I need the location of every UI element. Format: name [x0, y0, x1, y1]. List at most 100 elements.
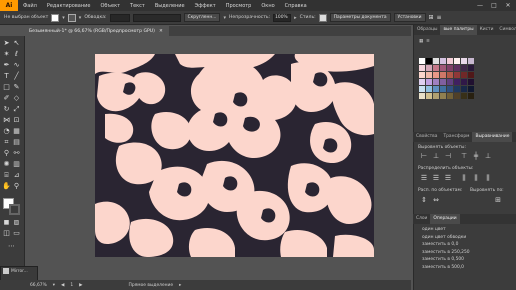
selection-tool-icon[interactable]: ➤ [2, 39, 11, 48]
tab-swatch-library[interactable]: вые палитры [440, 25, 477, 35]
menu-help[interactable]: Справка [280, 3, 312, 9]
tab-layers[interactable]: Слои [413, 214, 430, 224]
swatch-cell[interactable] [461, 72, 467, 78]
swatch-cell[interactable] [461, 79, 467, 85]
swatch-cell[interactable] [440, 58, 446, 64]
color-mode-icon[interactable]: ■ [2, 218, 11, 227]
document-tab[interactable]: Безымянный-1* @ 66,67% (RGB/Предпросмотр… [26, 26, 169, 36]
swatch-cell[interactable] [433, 86, 439, 92]
align-right-icon[interactable]: ⊣ [444, 152, 452, 160]
line-tool-icon[interactable]: ╱ [12, 72, 21, 81]
align-left-icon[interactable]: ⊢ [420, 152, 428, 160]
swatch-cell[interactable] [419, 72, 425, 78]
swatch-cell[interactable] [426, 65, 432, 71]
document-setup-button[interactable]: Параметры документа [329, 13, 391, 22]
spacing-vertical-icon[interactable]: ⇕ [420, 196, 428, 204]
menu-select[interactable]: Выделение [150, 3, 190, 9]
direct-selection-tool-icon[interactable]: ↖ [12, 39, 21, 48]
action-item[interactable]: заместить в 0,0 [416, 241, 514, 249]
opacity-field[interactable]: 100% [273, 13, 292, 22]
swatch-cell[interactable] [426, 58, 432, 64]
swatch-cell[interactable] [461, 58, 467, 64]
align-top-icon[interactable]: ⊤ [460, 152, 468, 160]
gradient-mode-icon[interactable]: ▨ [12, 218, 21, 227]
zoom-level[interactable]: 66,67% [30, 283, 47, 288]
stroke-dropdown-icon[interactable]: ▾ [79, 15, 82, 21]
hand-tool-icon[interactable]: ✋ [2, 182, 11, 191]
distribute-hcenter-icon[interactable]: ⫼ [472, 174, 480, 182]
action-item[interactable]: заместить в 250,250 [416, 249, 514, 257]
spacing-horizontal-icon[interactable]: ⇔ [432, 196, 440, 204]
menu-view[interactable]: Просмотр [221, 3, 257, 9]
paintbrush-tool-icon[interactable]: ✎ [12, 83, 21, 92]
eraser-tool-icon[interactable]: ◇ [12, 94, 21, 103]
swatch-cell[interactable] [440, 79, 446, 85]
curvature-tool-icon[interactable]: ∿ [12, 61, 21, 70]
swatch-cell[interactable] [468, 79, 474, 85]
scale-tool-icon[interactable]: ⤢ [12, 105, 21, 114]
close-icon[interactable]: ✕ [504, 2, 512, 9]
swatch-cell[interactable] [433, 93, 439, 99]
menu-type[interactable]: Текст [125, 3, 150, 9]
swatch-cell[interactable] [440, 86, 446, 92]
drawing-mode-icon[interactable]: ◫ [2, 229, 11, 238]
swatch-cell[interactable] [426, 72, 432, 78]
slice-tool-icon[interactable]: ⊿ [12, 171, 21, 180]
distribute-left-icon[interactable]: ⫼ [460, 174, 468, 182]
status-arrow-icon[interactable]: ▸ [179, 283, 181, 288]
tab-swatches[interactable]: Образцы [414, 25, 440, 35]
swatch-cell[interactable] [419, 58, 425, 64]
shaper-tool-icon[interactable]: ✐ [2, 94, 11, 103]
free-transform-tool-icon[interactable]: ⊡ [12, 116, 21, 125]
swatch-cell[interactable] [454, 86, 460, 92]
lasso-tool-icon[interactable]: ℓ [12, 50, 21, 59]
gradient-tool-icon[interactable]: ▤ [12, 138, 21, 147]
swatch-cell[interactable] [440, 93, 446, 99]
tab-brushes[interactable]: Кисти [477, 25, 497, 35]
swatch-cell[interactable] [447, 58, 453, 64]
swatch-cell[interactable] [454, 79, 460, 85]
symbol-sprayer-tool-icon[interactable]: ✺ [2, 160, 11, 169]
swatch-cell[interactable] [454, 65, 460, 71]
opacity-dropdown-icon[interactable]: ▸ [294, 15, 297, 21]
tab-symbols[interactable]: Символы [496, 25, 516, 35]
swatch-cell[interactable] [419, 79, 425, 85]
maximize-icon[interactable]: □ [490, 2, 498, 9]
column-graph-tool-icon[interactable]: ▥ [12, 160, 21, 169]
brush-dropdown-icon[interactable]: ▾ [223, 15, 226, 21]
minimize-icon[interactable]: — [476, 2, 484, 9]
action-item[interactable]: один цвет обводки [416, 234, 514, 242]
brush-preset-dropdown[interactable]: Скругленн... [183, 13, 221, 22]
tab-align[interactable]: Выравнивание [472, 132, 513, 142]
align-vcenter-icon[interactable]: ╪ [472, 152, 480, 160]
shape-builder-tool-icon[interactable]: ◔ [2, 127, 11, 136]
menu-edit[interactable]: Редактирование [42, 3, 96, 9]
close-tab-icon[interactable]: ✕ [159, 29, 163, 34]
mesh-tool-icon[interactable]: ⌗ [2, 138, 11, 147]
align-hcenter-icon[interactable]: ⊥ [432, 152, 440, 160]
stroke-swatch[interactable] [67, 13, 76, 22]
distribute-top-icon[interactable]: ☰ [420, 174, 428, 182]
edit-toolbar-icon[interactable]: ⋯ [7, 242, 16, 251]
artboard[interactable] [95, 54, 374, 257]
swatch-cell[interactable] [433, 58, 439, 64]
tab-transform[interactable]: Трансформ [440, 132, 472, 142]
swatch-cell[interactable] [454, 58, 460, 64]
swatch-view-icon[interactable]: ▦ [419, 39, 423, 44]
artboard-tool-icon[interactable]: ⌸ [2, 171, 11, 180]
align-bottom-icon[interactable]: ⊥ [484, 152, 492, 160]
swatch-cell[interactable] [468, 65, 474, 71]
swatch-cell[interactable] [461, 86, 467, 92]
tab-actions[interactable]: Операции [430, 214, 460, 224]
swatch-cell[interactable] [447, 79, 453, 85]
perspective-grid-tool-icon[interactable]: ▦ [12, 127, 21, 136]
swatch-menu-icon[interactable]: ≡ [426, 39, 430, 44]
swatch-cell[interactable] [447, 72, 453, 78]
align-to-icon[interactable]: ⊞ [494, 196, 502, 204]
swatch-cell[interactable] [440, 65, 446, 71]
swatch-cell[interactable] [461, 65, 467, 71]
swatch-cell[interactable] [468, 72, 474, 78]
blend-tool-icon[interactable]: ⚯ [12, 149, 21, 158]
zoom-tool-icon[interactable]: ⚲ [12, 182, 21, 191]
distribute-bottom-icon[interactable]: ☰ [444, 174, 452, 182]
